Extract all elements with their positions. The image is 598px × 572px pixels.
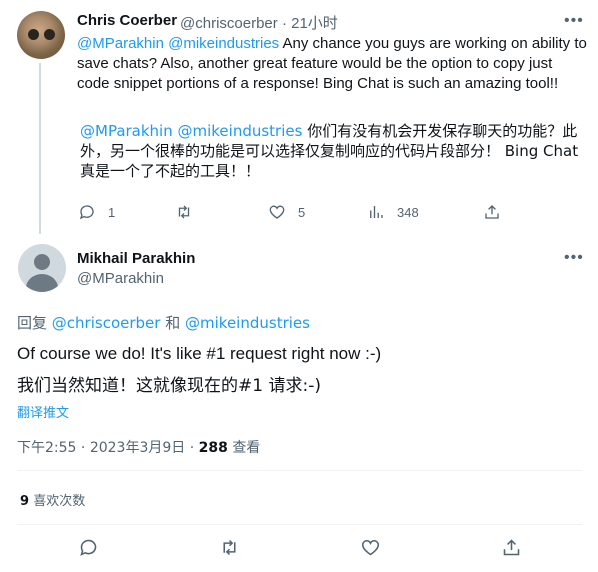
meta-separator: · — [80, 440, 86, 456]
avatar-eye — [44, 29, 55, 40]
retweet-icon — [178, 205, 190, 219]
mention-link[interactable]: @mikeindustries — [185, 314, 310, 332]
retweet-button[interactable] — [219, 537, 240, 558]
likes-label: 喜欢次数 — [33, 494, 86, 509]
translate-tweet-link[interactable]: 翻译推文 — [17, 402, 69, 421]
avatar[interactable] — [17, 11, 65, 59]
avatar-eye — [28, 29, 39, 40]
reply-and: 和 — [165, 314, 181, 332]
tweet-time[interactable]: 21小时 — [291, 15, 338, 32]
divider — [17, 524, 582, 525]
share-button[interactable] — [483, 203, 501, 221]
likes-count: 9 — [20, 494, 30, 509]
author-handle[interactable]: @chriscoerber — [180, 15, 278, 32]
more-icon[interactable]: ••• — [564, 250, 584, 266]
meta-separator: · — [189, 440, 195, 456]
author-name[interactable]: Mikhail Parakhin — [77, 250, 195, 267]
tweet-translation: @MParakhin @mikeindustries 你们有没有机会开发保存聊天… — [80, 121, 580, 181]
views-icon — [370, 206, 383, 218]
avatar-head — [34, 254, 50, 270]
author-handle[interactable]: @MParakhin — [77, 270, 164, 287]
meta-separator: · — [281, 15, 287, 32]
mention-link[interactable]: @MParakhin @mikeindustries — [77, 35, 279, 52]
like-count: 5 — [298, 204, 306, 220]
mention-link[interactable]: @chriscoerber — [52, 314, 161, 332]
divider — [17, 470, 582, 471]
tweet-meta: @chriscoerber · 21小时 — [180, 12, 338, 33]
like-button[interactable] — [360, 537, 381, 558]
share-button[interactable] — [501, 537, 522, 558]
avatar[interactable] — [18, 244, 66, 292]
retweet-button[interactable] — [175, 203, 205, 221]
retweet-icon — [223, 539, 236, 556]
likes-summary[interactable]: 9 喜欢次数 — [20, 490, 85, 509]
tweet-timestamp: 下午2:55 · 2023年3月9日 · 288 查看 — [17, 437, 260, 457]
reply-context: 回复 @chriscoerber 和 @mikeindustries — [17, 312, 310, 333]
thread-line — [39, 63, 41, 234]
author-name[interactable]: Chris Coerber — [77, 12, 177, 29]
more-icon[interactable]: ••• — [564, 13, 584, 29]
date-link[interactable]: 2023年3月9日 — [90, 440, 185, 456]
reply-icon — [80, 539, 97, 556]
reply-prefix: 回复 — [17, 314, 48, 332]
views-label: 查看 — [232, 440, 261, 456]
reply-button[interactable]: 1 — [78, 203, 115, 221]
views-button[interactable]: 348 — [367, 203, 419, 221]
like-button[interactable]: 5 — [268, 203, 305, 221]
reply-count: 1 — [108, 204, 116, 220]
views-count: 288 — [198, 440, 228, 456]
tweet-text: @MParakhin @mikeindustries Any chance yo… — [77, 34, 587, 94]
reply-icon — [79, 205, 94, 220]
time-link[interactable]: 下午2:55 — [17, 440, 76, 456]
tweet-text-en: Of course we do! It's like #1 request ri… — [17, 344, 382, 363]
share-icon — [503, 539, 520, 556]
tweet-text-zh: 我们当然知道！这就像现在的#1 请求:-) — [17, 376, 321, 396]
heart-icon — [361, 539, 380, 556]
avatar-body — [26, 274, 58, 292]
share-icon — [485, 205, 499, 219]
view-count: 348 — [397, 204, 419, 220]
mention-link[interactable]: @MParakhin @mikeindustries — [80, 122, 302, 140]
heart-icon — [269, 205, 285, 219]
reply-button[interactable] — [78, 537, 99, 558]
